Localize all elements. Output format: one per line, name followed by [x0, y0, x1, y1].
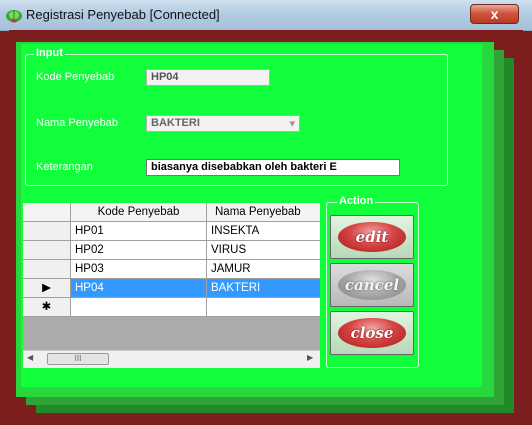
- cell-kode[interactable]: HP01: [71, 222, 207, 241]
- edit-button-label: edit: [338, 222, 406, 252]
- cell-nama[interactable]: INSEKTA: [207, 222, 320, 241]
- new-row-asterisk-icon[interactable]: ✱: [23, 298, 71, 317]
- keterangan-field[interactable]: biasanya disebabkan oleh bakteri E: [146, 159, 400, 176]
- nama-penyebab-value: BAKTERI: [151, 117, 200, 129]
- chevron-down-icon[interactable]: ▾: [289, 117, 295, 130]
- table-row[interactable]: HP01 INSEKTA: [23, 222, 320, 241]
- kode-penyebab-label: Kode Penyebab: [36, 71, 115, 83]
- new-row-cell-nama[interactable]: [207, 298, 320, 317]
- current-row-indicator-icon[interactable]: ▶: [23, 279, 71, 298]
- grid-header-row: Kode Penyebab Nama Penyebab: [23, 203, 320, 222]
- application-window: Registrasi Penyebab [Connected] x Input …: [0, 0, 532, 425]
- window-title: Registrasi Penyebab [Connected]: [26, 7, 220, 22]
- table-row[interactable]: HP02 VIRUS: [23, 241, 320, 260]
- new-row-cell-kode[interactable]: [71, 298, 207, 317]
- close-button-label: close: [338, 318, 406, 348]
- row-header[interactable]: [23, 222, 71, 241]
- scroll-left-icon[interactable]: ◀: [27, 353, 33, 362]
- cell-nama[interactable]: JAMUR: [207, 260, 320, 279]
- nama-penyebab-dropdown[interactable]: BAKTERI ▾: [146, 115, 300, 132]
- cell-kode[interactable]: HP02: [71, 241, 207, 260]
- grid-corner-header[interactable]: [23, 203, 71, 222]
- cell-kode[interactable]: HP04: [71, 279, 207, 298]
- cell-kode[interactable]: HP03: [71, 260, 207, 279]
- edit-button[interactable]: edit: [330, 215, 414, 259]
- keterangan-label: Keterangan: [36, 161, 93, 173]
- column-header-kode[interactable]: Kode Penyebab: [71, 203, 207, 222]
- horizontal-scrollbar[interactable]: ◀ III ▶: [23, 350, 320, 368]
- new-row[interactable]: ✱: [23, 298, 320, 317]
- input-legend: Input: [34, 47, 65, 59]
- close-window-button[interactable]: x: [470, 4, 519, 24]
- action-legend: Action: [337, 195, 376, 207]
- close-button[interactable]: close: [330, 311, 414, 355]
- nama-penyebab-label: Nama Penyebab: [36, 117, 118, 129]
- penyebab-data-grid[interactable]: Kode Penyebab Nama Penyebab HP01 INSEKTA…: [23, 203, 320, 368]
- row-header[interactable]: [23, 241, 71, 260]
- scrollbar-thumb[interactable]: III: [47, 353, 109, 365]
- action-groupbox: Action edit cancel close: [326, 195, 419, 368]
- main-panel: Input Kode Penyebab HP04 Nama Penyebab B…: [21, 44, 482, 387]
- column-header-nama[interactable]: Nama Penyebab: [207, 203, 320, 222]
- input-groupbox: Input Kode Penyebab HP04 Nama Penyebab B…: [25, 47, 448, 186]
- kode-penyebab-field[interactable]: HP04: [146, 69, 270, 86]
- row-header[interactable]: [23, 260, 71, 279]
- table-row-selected[interactable]: ▶ HP04 BAKTERI: [23, 279, 320, 298]
- cancel-button-label: cancel: [338, 270, 406, 300]
- scroll-right-icon[interactable]: ▶: [307, 353, 313, 362]
- cell-nama[interactable]: VIRUS: [207, 241, 320, 260]
- cancel-button[interactable]: cancel: [330, 263, 414, 307]
- table-row[interactable]: HP03 JAMUR: [23, 260, 320, 279]
- lettuce-icon: [6, 10, 22, 23]
- title-bar[interactable]: Registrasi Penyebab [Connected] x: [0, 0, 532, 31]
- cell-nama[interactable]: BAKTERI: [207, 279, 320, 298]
- form-client-area: Input Kode Penyebab HP04 Nama Penyebab B…: [9, 30, 523, 420]
